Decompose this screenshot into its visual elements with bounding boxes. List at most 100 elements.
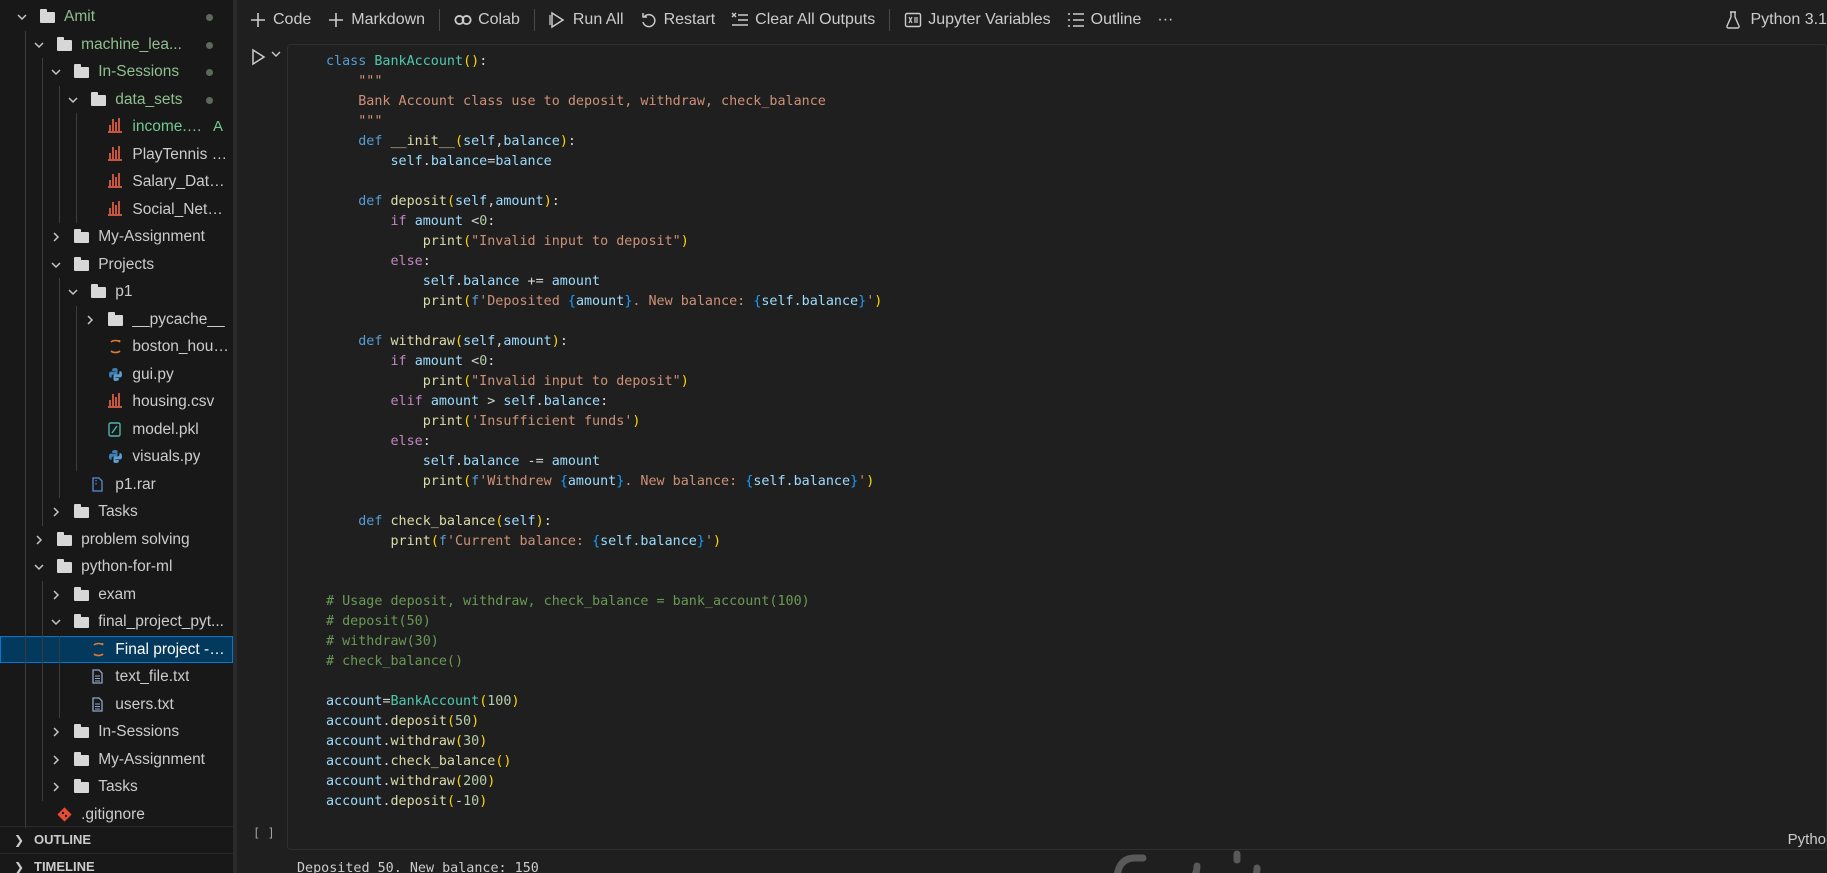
code-line: account.deposit(-10): [326, 794, 488, 809]
tree-file[interactable]: Final project - C...: [0, 635, 233, 663]
chevron-right-icon[interactable]: [50, 589, 62, 601]
tree-file[interactable]: .gitignore: [0, 800, 233, 828]
chevron-down-icon[interactable]: [67, 94, 79, 106]
file-tree: Amit machine_lea... In-Sessions data_sets in…: [0, 3, 233, 828]
outline-button[interactable]: Outline: [1059, 5, 1150, 35]
text-file-icon: [91, 696, 108, 712]
code-line: class BankAccount():: [326, 54, 488, 69]
watermark-logo: [1114, 850, 1261, 873]
tree-folder[interactable]: final_project_pyt...: [0, 608, 233, 636]
code-line: account.withdraw(200): [326, 774, 496, 789]
tree-item-label: final_project_pyt...: [98, 613, 224, 630]
tree-file[interactable]: boston_housi...: [0, 333, 233, 361]
tree-folder[interactable]: Tasks: [0, 498, 233, 526]
restart-button[interactable]: Restart: [632, 5, 724, 35]
tree-folder[interactable]: Tasks: [0, 773, 233, 801]
tree-file[interactable]: gui.py: [0, 360, 233, 388]
indent-guide: [25, 195, 26, 223]
indent-guide: [25, 388, 26, 416]
ellipsis-icon: ···: [1157, 11, 1174, 28]
tree-item-label: income.csv: [132, 118, 203, 135]
cell-run-menu-button[interactable]: [270, 48, 284, 62]
chevron-down-icon[interactable]: [33, 39, 45, 51]
tree-item-label: p1: [115, 283, 133, 300]
tree-item-label: Projects: [98, 255, 155, 273]
add-code-cell-button[interactable]: Code: [241, 5, 319, 35]
output-menu-button[interactable]: ...: [255, 862, 267, 873]
indent-guide: [25, 223, 26, 251]
colab-label: Colab: [478, 11, 520, 28]
indent-guide: [25, 498, 26, 526]
tree-folder[interactable]: exam: [0, 580, 233, 608]
chevron-down-icon[interactable]: [50, 616, 62, 628]
tree-folder[interactable]: python-for-ml: [0, 553, 233, 581]
tree-file[interactable]: income.csv A: [0, 113, 233, 141]
tree-file[interactable]: text_file.txt: [0, 663, 233, 691]
run-all-button[interactable]: Run All: [541, 5, 632, 35]
tree-file[interactable]: Social_Networ...: [0, 195, 233, 223]
run-cell-button[interactable]: [249, 48, 267, 66]
tree-file[interactable]: p1.rar: [0, 470, 233, 498]
chevron-down-icon[interactable]: [50, 66, 62, 78]
cell-language-button[interactable]: Pytho: [1788, 831, 1826, 848]
indent-guide: [25, 305, 26, 333]
chevron-right-icon[interactable]: [50, 726, 62, 738]
chevron-right-icon[interactable]: [50, 754, 62, 766]
tree-file[interactable]: visuals.py: [0, 443, 233, 471]
code-cell-editor[interactable]: class BankAccount(): """ Bank Account cl…: [287, 44, 1827, 850]
tree-folder[interactable]: __pycache__: [0, 305, 233, 333]
tree-folder[interactable]: machine_lea...: [0, 30, 233, 58]
tree-folder[interactable]: My-Assignment: [0, 745, 233, 773]
indent-guide: [42, 333, 44, 361]
more-actions-button[interactable]: ···: [1149, 5, 1181, 35]
code-content[interactable]: class BankAccount(): """ Bank Account cl…: [326, 52, 882, 812]
code-line: account.deposit(50): [326, 714, 480, 729]
tree-folder[interactable]: In-Sessions: [0, 58, 233, 86]
indent-guide: [25, 415, 26, 443]
chevron-down-icon[interactable]: [67, 286, 79, 298]
tree-folder[interactable]: data_sets: [0, 85, 233, 113]
tree-file[interactable]: model.pkl: [0, 415, 233, 443]
add-markdown-cell-button[interactable]: Markdown: [319, 5, 433, 35]
folder-icon: [91, 284, 107, 298]
tree-folder[interactable]: Amit: [0, 3, 233, 31]
chevron-right-icon[interactable]: [33, 534, 45, 546]
tree-file[interactable]: Salary_Data.csv: [0, 168, 233, 196]
tree-folder[interactable]: My-Assignment: [0, 223, 233, 251]
colab-button[interactable]: Colab: [446, 5, 528, 35]
indent-guide: [25, 663, 26, 691]
chevron-right-icon[interactable]: [50, 231, 62, 243]
chevron-down-icon[interactable]: [16, 11, 28, 23]
tree-file[interactable]: PlayTennis 1.csv: [0, 140, 233, 168]
kernel-picker[interactable]: Python 3.1: [1714, 0, 1827, 40]
csv-file-icon: [108, 118, 123, 133]
tree-file[interactable]: housing.csv: [0, 388, 233, 416]
tree-folder[interactable]: p1: [0, 278, 233, 306]
tree-folder[interactable]: problem solving: [0, 525, 233, 553]
indent-guide: [42, 498, 44, 526]
toolbar-divider: [533, 9, 535, 31]
git-modified-dot: [206, 41, 213, 49]
chevron-right-icon[interactable]: [50, 506, 62, 518]
code-line: print(f'Current balance: {self.balance}'…: [390, 534, 722, 549]
indent-guide: [25, 800, 26, 828]
chevron-down-icon[interactable]: [33, 561, 45, 573]
indent-guide: [25, 250, 26, 278]
chevron-down-icon[interactable]: [50, 259, 62, 271]
tree-file[interactable]: users.txt: [0, 690, 233, 718]
indent-guide: [59, 168, 61, 196]
jupyter-variables-button[interactable]: Jupyter Variables: [896, 5, 1058, 35]
outline-icon: [1067, 11, 1085, 29]
chevron-right-icon[interactable]: [84, 314, 96, 326]
clear-all-outputs-button[interactable]: Clear All Outputs: [723, 5, 883, 35]
chevron-right-icon[interactable]: [50, 781, 62, 793]
indent-guide: [76, 360, 78, 388]
indent-guide: [25, 140, 26, 168]
tree-folder[interactable]: In-Sessions: [0, 718, 233, 746]
outline-section-header[interactable]: ❯ OUTLINE: [0, 826, 233, 852]
code-line: def __init__(self,balance):: [358, 134, 576, 149]
timeline-section-header[interactable]: ❯ TIMELINE: [0, 853, 233, 873]
tree-folder[interactable]: Projects: [0, 250, 233, 278]
chevron-down-icon: [271, 51, 281, 57]
